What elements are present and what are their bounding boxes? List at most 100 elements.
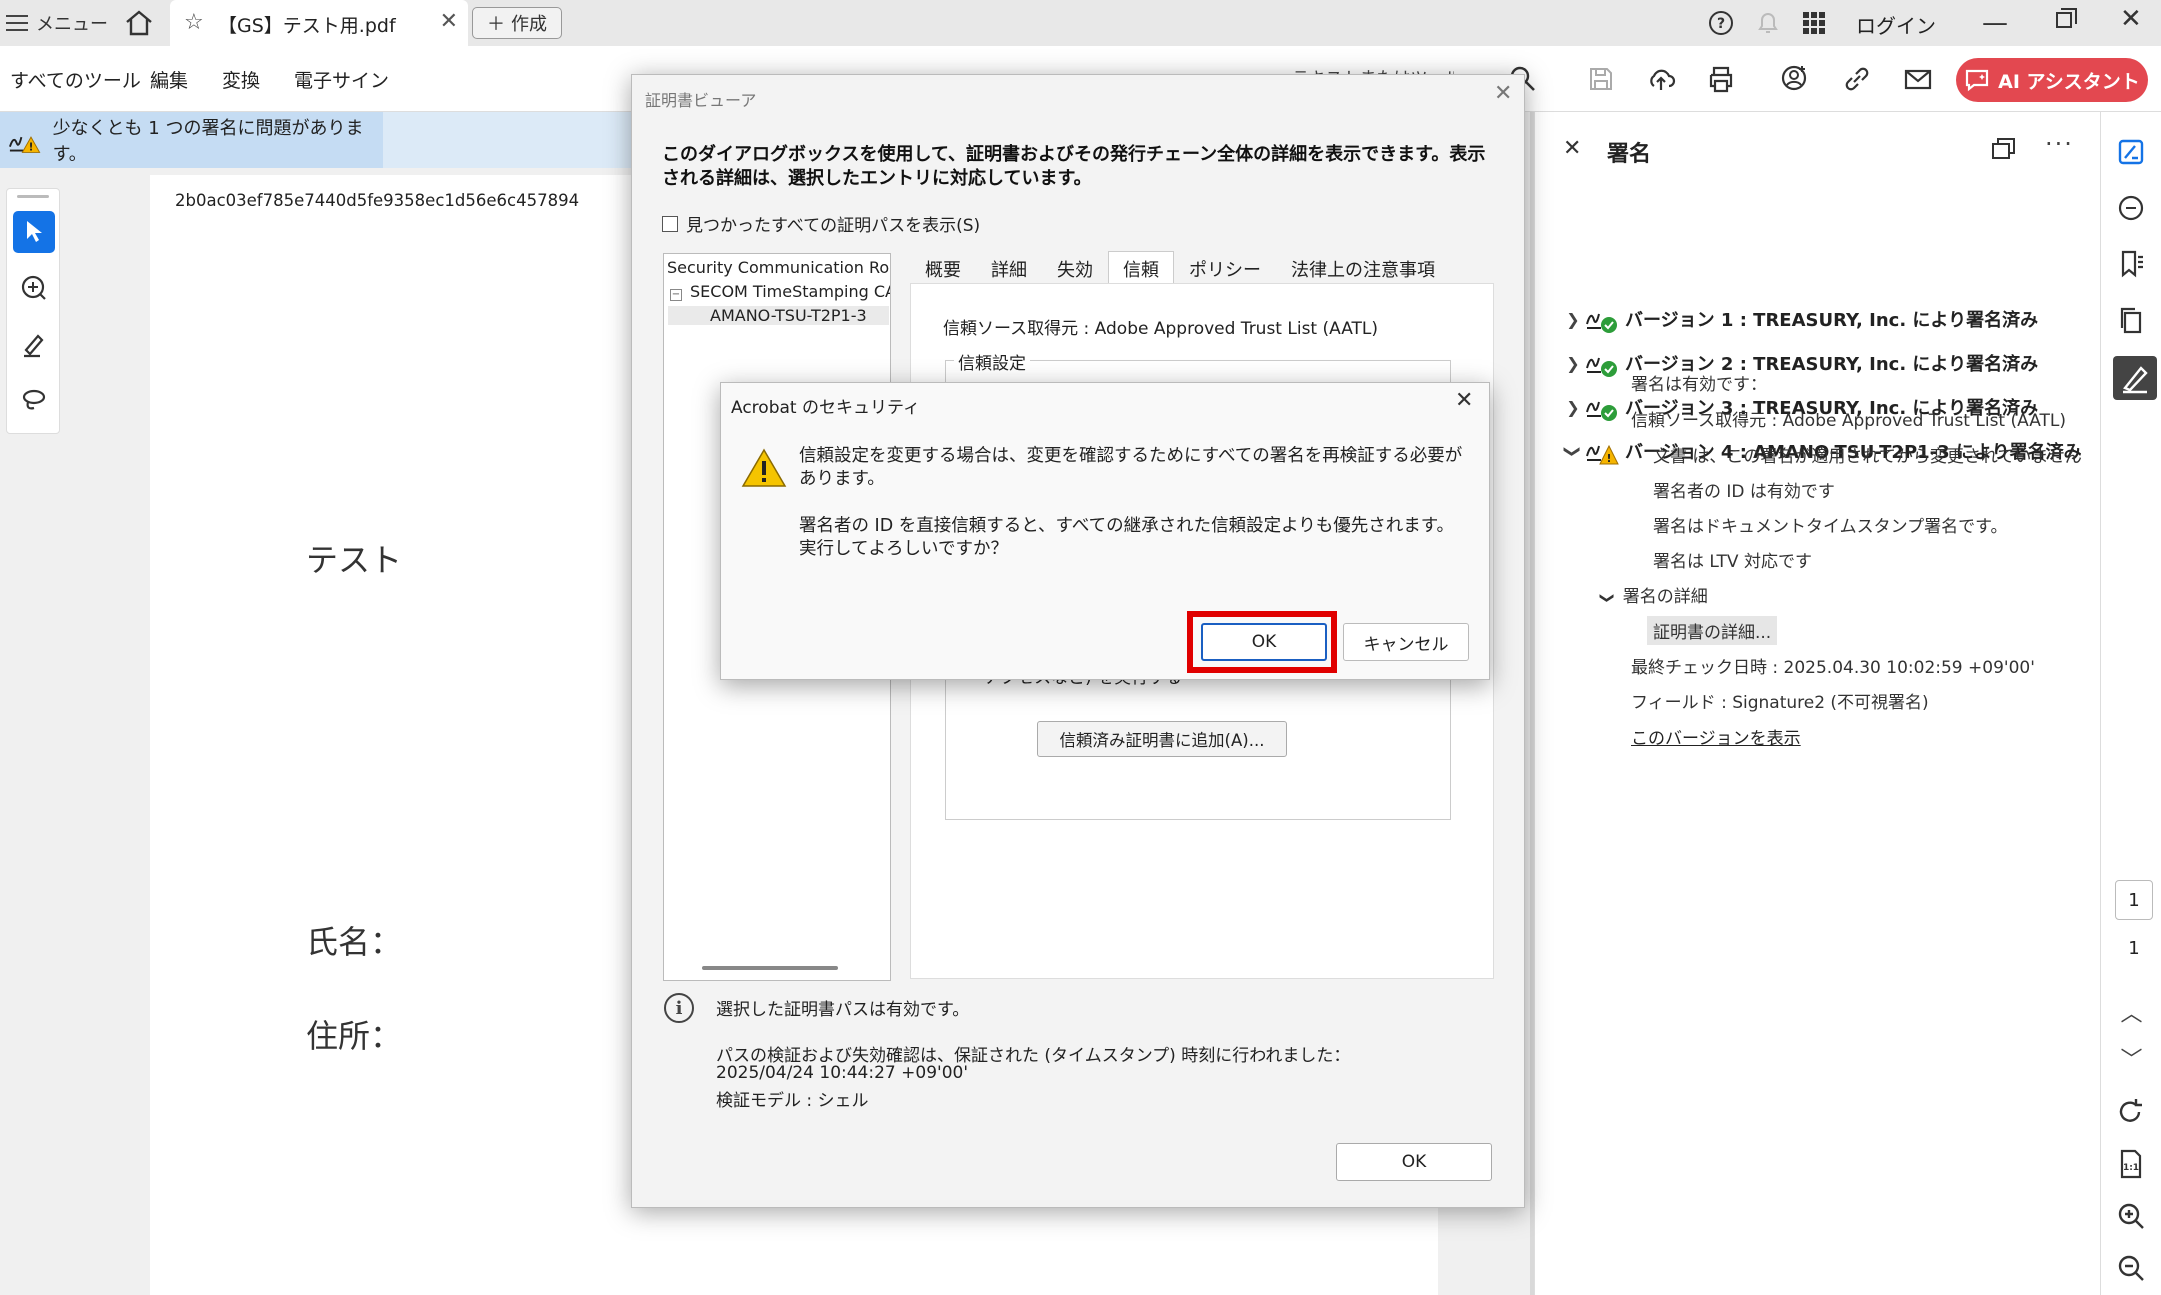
share-user-icon[interactable] [1780,64,1810,94]
right-rail: 1 1 ︿ ﹀ 1:1 [2100,112,2161,1295]
security-message-2: 署名者の ID を直接信頼すると、すべての継承された信頼設定よりも優先されます。… [799,516,1455,559]
signature-details-toggle[interactable]: ❯ 署名の詳細 [1599,582,1708,607]
document-hash: 2b0ac03ef785e7440d5fe9358ec1d56e6c457894 [175,191,580,210]
select-tool-button[interactable] [13,211,55,253]
ltv-enabled-text: 署名は LTV 対応です [1653,552,1812,572]
home-icon[interactable] [124,9,154,37]
chevron-up-icon[interactable]: ︿ [2101,996,2161,1028]
login-button[interactable]: ログイン [1856,10,1936,39]
help-icon[interactable]: ? [1708,10,1734,36]
minimize-icon[interactable]: — [1982,8,2008,38]
tab-legal-notice[interactable]: 法律上の注意事項 [1276,251,1450,283]
validate-all-icon[interactable] [1991,136,2017,160]
tab-revocation[interactable]: 失効 [1042,251,1108,283]
document-tab[interactable]: ☆ 【GS】テスト用.pdf ✕ [170,0,468,46]
comment-add-icon [21,275,46,300]
close-panel-icon[interactable]: ✕ [1563,136,1581,161]
chevron-right-icon[interactable]: ❯ [1561,354,1585,373]
security-ok-button[interactable]: OK [1201,623,1327,661]
apps-grid-icon[interactable] [1802,11,1826,35]
certificate-details-link[interactable]: 証明書の詳細... [1647,616,1778,645]
tab-edit[interactable]: 編集 [150,66,188,93]
chevron-right-icon[interactable]: ❯ [1561,398,1585,417]
comment-tool-button[interactable] [13,267,55,309]
show-all-paths-checkbox[interactable]: 見つかったすべての証明パスを表示(S) [662,211,980,236]
path-check-time: 2025/04/24 10:44:27 +09'00' [716,1063,968,1083]
highlight-tool-button[interactable] [13,323,55,365]
checkbox-box[interactable] [662,215,678,232]
print-icon[interactable] [1706,64,1736,94]
timestamp-signature-text: 署名はドキュメントタイムスタンプ署名です。 [1653,517,2008,537]
tree-item-amano[interactable]: AMANO-TSU-T2P1-3 [668,306,889,325]
svg-text:?: ? [1717,16,1725,32]
link-icon[interactable] [1842,64,1872,94]
page-total: 1 [2128,938,2140,959]
mail-icon[interactable] [1903,64,1933,94]
bookmark-icon[interactable] [2115,248,2147,280]
signature-valid-icon [1586,401,1617,421]
chevron-down-icon[interactable]: ﹀ [2101,1042,2161,1074]
lasso-draw-icon [22,389,46,410]
tree-collapse-icon[interactable]: − [670,289,682,301]
signature-details-label: 署名の詳細 [1622,587,1708,607]
chevron-down-icon[interactable]: ❯ [1564,439,1583,463]
tree-horizontal-scrollbar[interactable] [702,966,838,970]
signature-valid-icon [1586,357,1617,377]
cursor-arrow-icon [27,221,42,242]
tab-esign[interactable]: 電子サイン [294,66,389,93]
upload-cloud-icon[interactable] [1646,64,1676,94]
tab-all-tools[interactable]: すべてのツール [0,66,167,117]
chevron-right-icon[interactable]: ❯ [1561,310,1585,329]
draw-tool-button[interactable] [13,379,55,421]
add-to-trusted-button[interactable]: 信頼済み証明書に追加(A)... [1037,721,1287,757]
zoom-in-icon[interactable] [2115,1200,2147,1232]
window-close-icon[interactable]: ✕ [2120,4,2142,34]
bell-icon[interactable] [1756,10,1780,36]
tab-trust[interactable]: 信頼 [1108,251,1174,283]
zoom-out-icon[interactable] [2115,1252,2147,1284]
validation-model-text: 検証モデル : シェル [716,1091,869,1111]
rotate-icon[interactable] [2115,1096,2147,1128]
pages-icon[interactable] [2115,304,2147,336]
close-tab-icon[interactable]: ✕ [440,9,458,34]
comment-panel-icon[interactable] [2115,192,2147,224]
tab-convert[interactable]: 変換 [222,66,260,93]
signature-panel-title: 署名 [1607,142,1652,167]
show-version-link[interactable]: このバージョンを表示 [1631,724,1801,749]
more-options-icon[interactable]: ··· [2045,130,2074,158]
certificate-viewer-ok-button[interactable]: OK [1336,1143,1492,1181]
tab-summary[interactable]: 概要 [910,251,976,283]
quick-tools-bar [6,188,60,434]
certificate-viewer-close-icon[interactable]: ✕ [1494,81,1512,106]
page-number-input[interactable]: 1 [2115,880,2153,920]
fit-page-icon[interactable]: 1:1 [2115,1148,2147,1180]
edit-panel-icon[interactable] [2115,136,2147,168]
field-text: フィールド : Signature2 (不可視署名) [1631,693,1929,713]
test-heading: テスト [306,541,403,579]
signature-version-1[interactable]: ❯ バージョン 1 : TREASURY, Inc. により署名済み [1561,304,2038,334]
ai-assistant-label: AI アシスタント [1998,70,2140,93]
menu-label: メニュー [36,14,108,35]
security-dialog-close-icon[interactable]: ✕ [1455,388,1473,413]
signature-panel-icon[interactable] [2113,356,2157,400]
highlighter-pen-icon [24,334,44,358]
new-tab-button[interactable]: ＋ 作成 [472,7,562,39]
warning-triangle-icon [741,448,787,487]
security-cancel-button[interactable]: キャンセル [1343,623,1469,661]
not-modified-text: 文書 は、この署名が適用されてから変更されていません [1653,447,2082,467]
tools-grip[interactable] [17,195,49,198]
certificate-tabs: 概要 詳細 失効 信頼 ポリシー 法律上の注意事項 [910,251,1450,283]
menu-button[interactable]: メニュー [6,8,108,38]
show-all-paths-label: 見つかったすべての証明パスを表示(S) [686,216,981,236]
tab-title: 【GS】テスト用.pdf [218,15,396,37]
tab-policy[interactable]: ポリシー [1174,251,1276,283]
tree-item-timestamping-ca[interactable]: − SECOM TimeStamping CA [670,282,890,301]
restore-icon[interactable] [2056,8,2077,28]
svg-text:1:1: 1:1 [2123,1163,2139,1173]
tab-details[interactable]: 詳細 [976,251,1042,283]
ai-assistant-button[interactable]: AI アシスタント [1956,58,2148,102]
save-icon[interactable] [1586,64,1616,94]
certificate-viewer-title: 証明書ビューア [645,91,757,110]
star-icon[interactable]: ☆ [184,10,204,35]
tree-item-root-ca[interactable]: Security Communication RootCA [667,258,890,277]
